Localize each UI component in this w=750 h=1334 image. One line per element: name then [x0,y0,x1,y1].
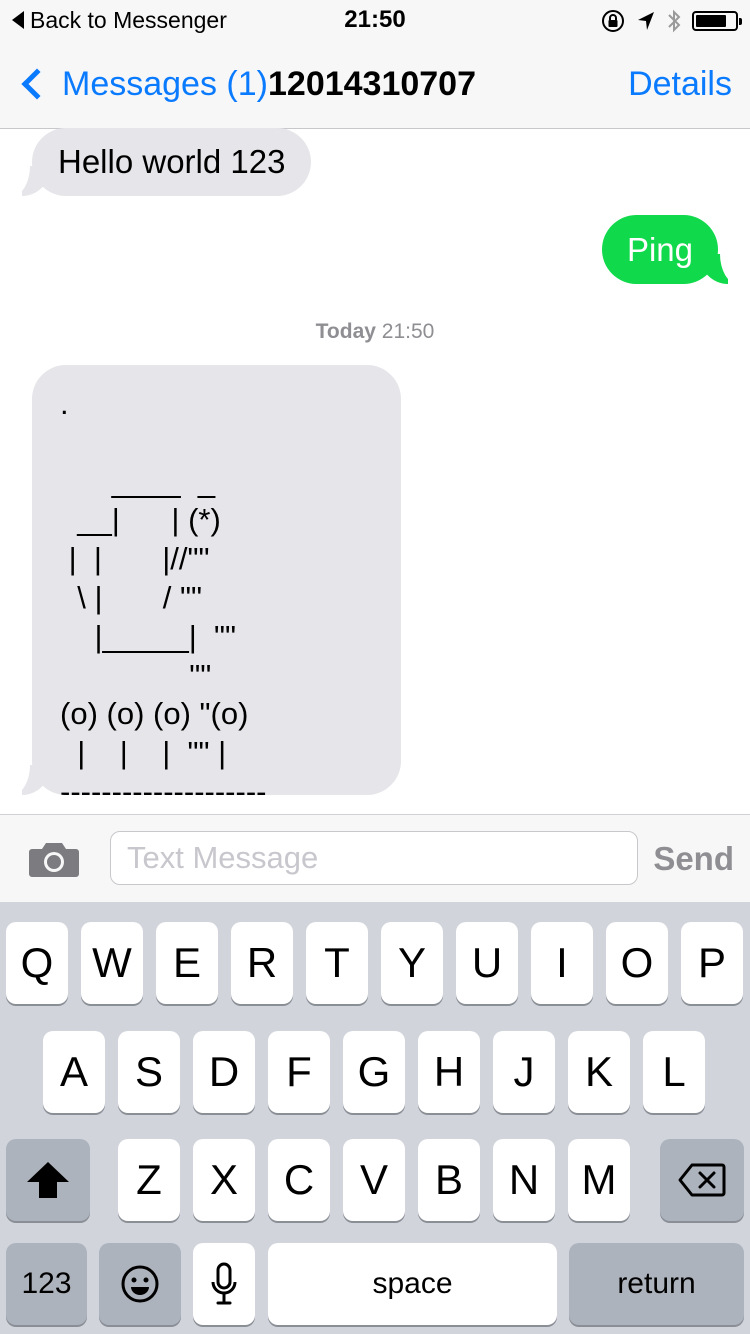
message-timestamp: Today 21:50 [0,320,750,344]
key-i[interactable]: I [531,922,593,1004]
shift-icon [27,1162,69,1198]
key-z[interactable]: Z [118,1139,180,1221]
key-c[interactable]: C [268,1139,330,1221]
key-x[interactable]: X [193,1139,255,1221]
space-key[interactable]: space [268,1243,557,1325]
numbers-key[interactable]: 123 [6,1243,87,1325]
key-d[interactable]: D [193,1031,255,1113]
text-message-field[interactable] [110,831,638,885]
backspace-icon [678,1163,726,1197]
key-t[interactable]: T [306,922,368,1004]
key-e[interactable]: E [156,922,218,1004]
key-s[interactable]: S [118,1031,180,1113]
key-o[interactable]: O [606,922,668,1004]
key-q[interactable]: Q [6,922,68,1004]
message-text: Ping [626,230,694,268]
emoji-icon [121,1265,159,1303]
status-icons [600,8,742,34]
bluetooth-icon [668,9,681,33]
keyboard: Q W E R T Y U I O P A S D F G H J K L Z … [0,902,750,1334]
key-l[interactable]: L [643,1031,705,1113]
key-w[interactable]: W [81,922,143,1004]
emoji-key[interactable] [99,1243,181,1325]
key-m[interactable]: M [568,1139,630,1221]
send-button[interactable]: Send [653,835,734,883]
battery-icon [692,11,742,31]
message-bubble-incoming[interactable]: Hello world 123 [32,128,312,196]
key-j[interactable]: J [493,1031,555,1113]
ascii-art-text: . ____ _ __| | (*) | | |//"" \ | / "" |_… [60,386,267,795]
key-p[interactable]: P [681,922,743,1004]
return-key[interactable]: return [569,1243,744,1325]
key-r[interactable]: R [231,922,293,1004]
orientation-lock-icon [602,10,624,32]
key-b[interactable]: B [418,1139,480,1221]
battery-fill [696,15,726,27]
key-g[interactable]: G [343,1031,405,1113]
dictation-key[interactable] [193,1243,255,1325]
key-h[interactable]: H [418,1031,480,1113]
camera-icon[interactable] [28,841,80,877]
location-arrow-icon [638,12,654,30]
timestamp-time: 21:50 [381,320,435,343]
text-message-input[interactable] [111,832,637,884]
key-a[interactable]: A [43,1031,105,1113]
key-v[interactable]: V [343,1139,405,1221]
navigation-bar: Messages (1) 12014310707 Details [0,40,750,129]
key-u[interactable]: U [456,922,518,1004]
message-bubble-incoming-ascii[interactable]: . ____ _ __| | (*) | | |//"" \ | / "" |_… [32,365,401,795]
back-to-messages-label: Messages (1) [62,64,268,103]
message-text: Hello world 123 [58,143,286,180]
shift-key[interactable] [6,1139,90,1221]
conversation-title: 12014310707 [268,64,477,103]
message-bubble-outgoing[interactable]: Ping [602,215,718,284]
delete-key[interactable] [660,1139,744,1221]
timestamp-day: Today [315,320,376,343]
key-y[interactable]: Y [381,922,443,1004]
message-input-bar: Send [0,814,750,903]
microphone-icon [211,1262,237,1305]
back-to-messages-button[interactable]: Messages (1) [16,62,268,106]
details-button[interactable]: Details [628,62,732,106]
status-bar: Back to Messenger 21:50 [0,0,750,40]
key-n[interactable]: N [493,1139,555,1221]
key-k[interactable]: K [568,1031,630,1113]
key-f[interactable]: F [268,1031,330,1113]
chevron-left-icon [21,68,53,100]
